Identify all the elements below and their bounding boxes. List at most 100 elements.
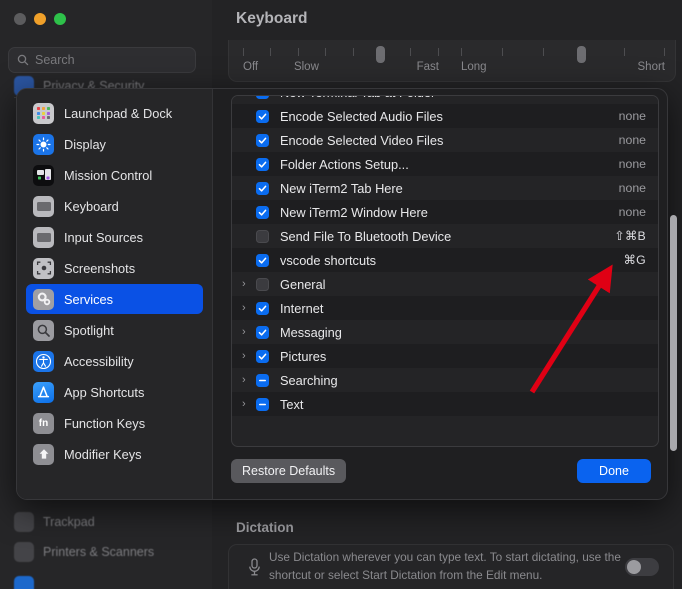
sidebar-item-input-sources[interactable]: Input Sources	[26, 222, 203, 252]
service-checkbox[interactable]	[256, 181, 269, 195]
service-checkbox[interactable]	[256, 325, 269, 339]
restore-defaults-button[interactable]: Restore Defaults	[231, 459, 347, 483]
service-shortcut[interactable]: none	[619, 181, 646, 195]
service-group-row[interactable]: › Searching	[232, 368, 658, 392]
slider-track[interactable]	[243, 46, 440, 63]
chevron-right-icon[interactable]: ›	[242, 302, 256, 314]
service-name: Text	[280, 396, 304, 412]
sidebar-item-label: Printers & Scanners	[43, 545, 155, 559]
system-settings-window: Search Privacy & Security Trackpad Print…	[0, 0, 682, 589]
search-icon	[17, 54, 29, 66]
sidebar-item-label: Function Keys	[64, 415, 146, 431]
chevron-right-icon[interactable]: ›	[242, 278, 256, 290]
sidebar-item-mission-control[interactable]: Mission Control	[26, 160, 203, 190]
sidebar-item-label: Screenshots	[64, 260, 136, 276]
service-checkbox[interactable]	[256, 157, 269, 171]
service-shortcut[interactable]: none	[619, 96, 646, 99]
sidebar-item-trackpad[interactable]: Trackpad	[8, 508, 204, 536]
service-row[interactable]: New iTerm2 Tab Here none	[232, 176, 658, 200]
service-checkbox[interactable]	[256, 229, 269, 243]
sidebar-item-services[interactable]: Services	[26, 284, 203, 314]
service-name: Internet	[280, 300, 324, 316]
service-checkbox[interactable]	[256, 301, 269, 315]
function-keys-icon: fn	[33, 412, 54, 434]
service-shortcut[interactable]: none	[619, 157, 646, 171]
sidebar-item-printers-scanners[interactable]: Printers & Scanners	[8, 538, 204, 566]
service-shortcut[interactable]: none	[619, 205, 646, 219]
close-button[interactable]	[14, 13, 26, 25]
service-shortcut[interactable]: ⇧⌘B	[614, 229, 646, 243]
sidebar-item-spotlight[interactable]: Spotlight	[26, 315, 203, 345]
shortcut-categories-list: Launchpad & Dock Display Mission Control…	[17, 89, 213, 499]
printers-scanners-icon	[14, 542, 34, 562]
sidebar-item-accessibility[interactable]: Accessibility	[26, 346, 203, 376]
service-group-row[interactable]: › Text	[232, 392, 658, 416]
service-name: Encode Selected Audio Files	[280, 108, 443, 124]
slider-track[interactable]	[461, 46, 665, 63]
service-name: Folder Actions Setup...	[280, 156, 409, 172]
service-name: New Terminal Tab at Folder	[280, 96, 619, 100]
minimize-button[interactable]	[34, 13, 46, 25]
search-input[interactable]: Search	[8, 47, 196, 73]
sidebar-item-label: Modifier Keys	[64, 446, 142, 462]
service-row[interactable]: Folder Actions Setup... none	[232, 152, 658, 176]
dictation-heading: Dictation	[236, 520, 294, 535]
services-icon	[33, 288, 54, 310]
chevron-right-icon[interactable]: ›	[242, 326, 256, 338]
chevron-right-icon[interactable]: ›	[242, 374, 256, 386]
service-group-row[interactable]: › Pictures	[232, 344, 658, 368]
sidebar-item-partial[interactable]	[8, 572, 204, 589]
service-row[interactable]: New iTerm2 Window Here none	[232, 200, 658, 224]
service-row[interactable]: Send File To Bluetooth Device ⇧⌘B	[232, 224, 658, 248]
sidebar-item-label: Services	[64, 291, 114, 307]
service-shortcut[interactable]: none	[619, 109, 646, 123]
sidebar-item-label: Input Sources	[64, 229, 143, 245]
service-group-row[interactable]: › Messaging	[232, 320, 658, 344]
zoom-button[interactable]	[54, 13, 66, 25]
key-repeat-rate-slider[interactable]: Off Slow Fast	[243, 46, 440, 78]
service-row[interactable]: Encode Selected Video Files none	[232, 128, 658, 152]
service-checkbox[interactable]	[256, 277, 269, 291]
accessibility-icon	[33, 350, 54, 372]
slider-label-off: Off	[243, 61, 259, 73]
sidebar-item-function-keys[interactable]: fn Function Keys	[26, 408, 203, 438]
service-checkbox[interactable]	[256, 373, 269, 387]
service-name: New iTerm2 Tab Here	[280, 180, 403, 196]
service-checkbox[interactable]	[256, 253, 269, 267]
sidebar-item-modifier-keys[interactable]: Modifier Keys	[26, 439, 203, 469]
service-name: Searching	[280, 372, 338, 388]
keyboard-shortcuts-popover: Launchpad & Dock Display Mission Control…	[16, 88, 668, 500]
service-checkbox[interactable]	[256, 96, 269, 99]
services-list[interactable]: New Terminal Tab at FoldernoneEncode Sel…	[231, 95, 659, 447]
service-name: New iTerm2 Window Here	[280, 204, 428, 220]
dictation-toggle[interactable]	[625, 558, 659, 576]
sidebar-item-screenshots[interactable]: Screenshots	[26, 253, 203, 283]
service-group-row[interactable]: › Internet	[232, 296, 658, 320]
sidebar-item-display[interactable]: Display	[26, 129, 203, 159]
service-checkbox[interactable]	[256, 349, 269, 363]
app-shortcuts-icon	[33, 381, 54, 403]
service-row[interactable]: Encode Selected Audio Files none	[232, 104, 658, 128]
service-group-row[interactable]: › General	[232, 272, 658, 296]
done-button[interactable]: Done	[577, 459, 651, 483]
service-checkbox[interactable]	[256, 397, 269, 411]
vertical-scrollbar[interactable]	[670, 215, 677, 451]
chevron-right-icon[interactable]: ›	[242, 350, 256, 362]
slider-label-long: Long	[461, 61, 487, 73]
service-checkbox[interactable]	[256, 109, 269, 123]
sidebar-item-launchpad-dock[interactable]: Launchpad & Dock	[26, 98, 203, 128]
service-checkbox[interactable]	[256, 133, 269, 147]
sidebar-item-keyboard[interactable]: Keyboard	[26, 191, 203, 221]
service-checkbox[interactable]	[256, 205, 269, 219]
service-row[interactable]: New Terminal Tab at Foldernone	[232, 96, 658, 104]
service-shortcut[interactable]: ⌘G	[624, 253, 646, 267]
delay-until-repeat-slider[interactable]: Long Short	[461, 46, 665, 78]
sidebar-item-app-shortcuts[interactable]: App Shortcuts	[26, 377, 203, 407]
search-placeholder: Search	[35, 53, 75, 67]
service-name: Encode Selected Video Files	[280, 132, 444, 148]
chevron-right-icon[interactable]: ›	[242, 398, 256, 410]
slider-label-fast: Fast	[416, 61, 439, 73]
service-shortcut[interactable]: none	[619, 133, 646, 147]
service-row[interactable]: vscode shortcuts ⌘G	[232, 248, 658, 272]
service-name: General	[280, 276, 326, 292]
